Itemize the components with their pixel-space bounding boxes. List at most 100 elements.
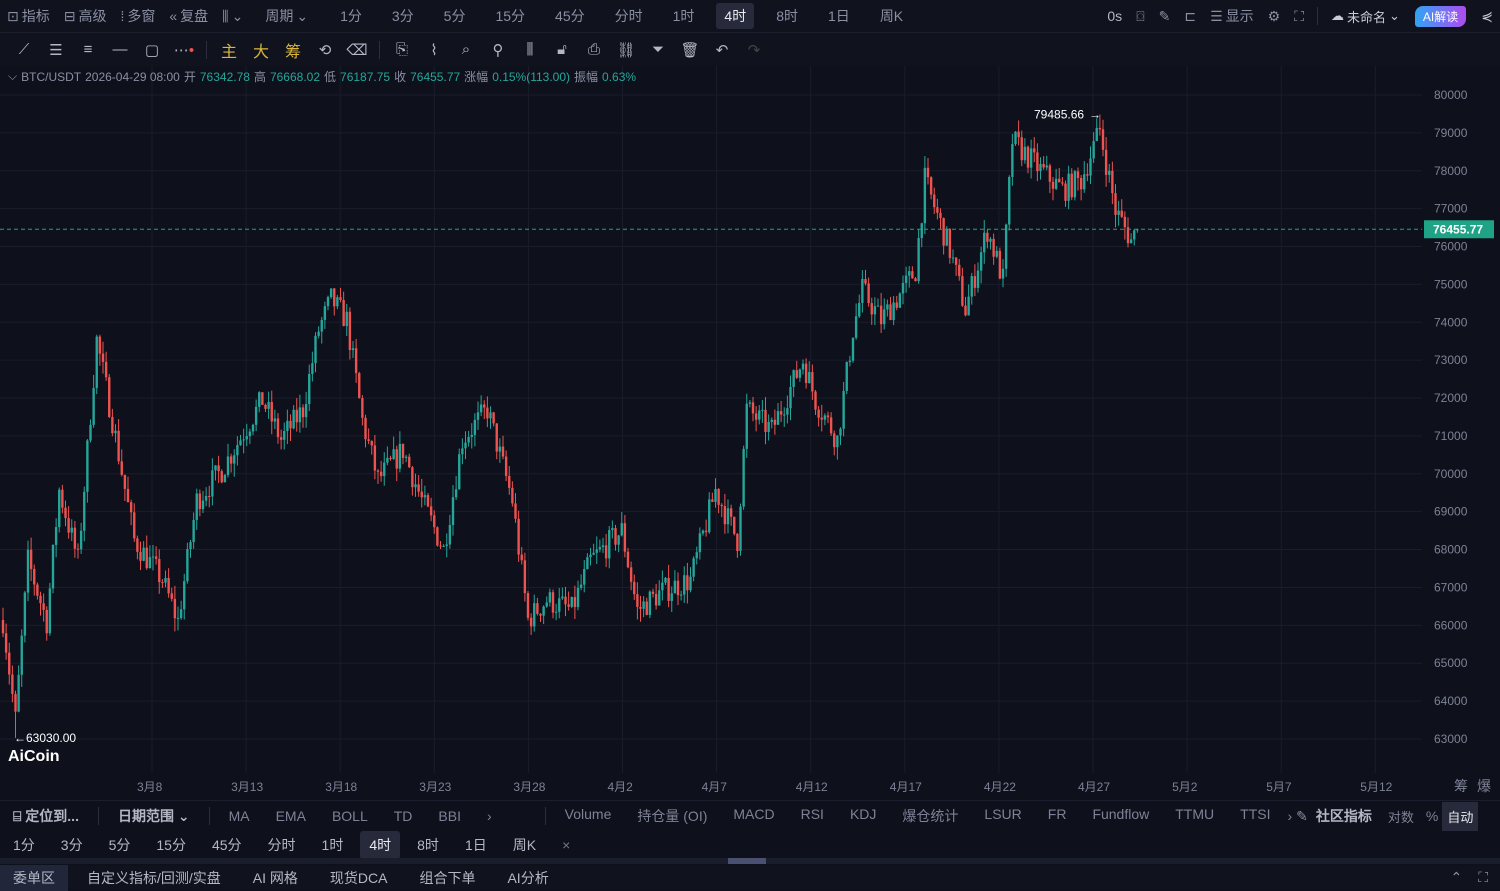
- chips-toggle[interactable]: 筹: [1454, 776, 1468, 796]
- main-indicator[interactable]: BBI: [425, 808, 474, 824]
- sub-indicator[interactable]: KDJ: [837, 806, 889, 826]
- share-icon[interactable]: ⋞: [1474, 8, 1500, 25]
- chevron-up-icon[interactable]: ⌃: [1450, 869, 1462, 886]
- zoom-icon[interactable]: ⌕: [450, 41, 482, 58]
- edit-icon[interactable]: ✎: [1296, 808, 1308, 825]
- sub-indicator[interactable]: Fundflow: [1079, 806, 1162, 826]
- bottom-tab[interactable]: 现货DCA: [317, 865, 401, 891]
- sub-indicator[interactable]: 持仓量 (OI): [624, 806, 720, 826]
- auto-scale-button[interactable]: 自动: [1442, 801, 1479, 831]
- more-main-indicators-icon[interactable]: ›: [474, 808, 505, 824]
- rectangle-icon[interactable]: ▢: [136, 41, 168, 59]
- period-tab[interactable]: 1时: [665, 3, 703, 29]
- period-button[interactable]: 15分: [147, 831, 195, 859]
- close-icon[interactable]: ×: [553, 833, 579, 857]
- sub-indicator[interactable]: LSUR: [971, 806, 1034, 826]
- sub-indicator[interactable]: RSI: [788, 806, 837, 826]
- horizontal-lines-icon[interactable]: ≡: [72, 41, 104, 58]
- bottom-tab[interactable]: AI 网格: [240, 865, 311, 891]
- sub-indicator[interactable]: TTMU: [1162, 806, 1227, 826]
- period-button[interactable]: 1日: [456, 831, 496, 859]
- period-button[interactable]: 4时: [360, 830, 401, 859]
- layout-dropdown[interactable]: ☁ 未命名 ⌄: [1324, 7, 1407, 26]
- bottom-tab[interactable]: AI分析: [494, 865, 561, 891]
- bookmark-icon[interactable]: ⎘: [386, 41, 418, 58]
- ruler-icon[interactable]: ⌇: [418, 41, 450, 59]
- liquidation-toggle[interactable]: 爆: [1477, 776, 1491, 796]
- sub-indicator[interactable]: FR: [1035, 806, 1080, 826]
- lock-icon[interactable]: 🔓︎: [546, 41, 578, 58]
- bottom-tab[interactable]: 委单区: [0, 864, 68, 891]
- trash-icon[interactable]: 🗑︎: [674, 41, 706, 59]
- period-button[interactable]: 1时: [313, 831, 353, 859]
- fullscreen-icon[interactable]: ⛶: [1287, 8, 1311, 25]
- period-button[interactable]: 5分: [100, 831, 140, 859]
- indicators-button[interactable]: ⊡ 指标: [0, 6, 57, 26]
- log-scale-button[interactable]: 对数: [1380, 807, 1422, 826]
- trendline-icon[interactable]: ⟋: [8, 41, 40, 58]
- scrollbar[interactable]: [0, 858, 1500, 864]
- display-button[interactable]: ☰ 显示: [1203, 6, 1261, 26]
- percent-scale-button[interactable]: %: [1422, 808, 1442, 824]
- main-indicator[interactable]: EMA: [263, 808, 319, 824]
- sub-indicator[interactable]: Volume: [552, 806, 625, 826]
- period-tab[interactable]: 4时: [716, 3, 755, 29]
- big-order-button[interactable]: 大: [245, 38, 277, 62]
- period-tab[interactable]: 3分: [384, 3, 422, 29]
- bottom-tab[interactable]: 组合下单: [406, 865, 488, 891]
- eraser-icon[interactable]: ⌫: [341, 41, 373, 59]
- main-indicator[interactable]: BOLL: [319, 808, 381, 824]
- pencil-icon[interactable]: ✎: [1152, 8, 1178, 25]
- sub-indicator[interactable]: TTSI: [1227, 806, 1283, 826]
- main-indicator[interactable]: TD: [381, 808, 426, 824]
- period-button[interactable]: 45分: [203, 831, 251, 859]
- add-window-icon[interactable]: ⊏: [1177, 8, 1203, 25]
- locate-button[interactable]: ⌸ 定位到...: [0, 806, 92, 826]
- chart-type-dropdown[interactable]: ⫼ ⌄: [215, 8, 250, 25]
- period-button[interactable]: 1分: [4, 831, 44, 859]
- period-button[interactable]: 8时: [408, 831, 448, 859]
- collapse-icon[interactable]: ⌵: [8, 69, 17, 84]
- date-range-dropdown[interactable]: 日期范围 ⌄: [105, 806, 203, 826]
- period-tab[interactable]: 分时: [607, 3, 651, 29]
- edit-note-icon[interactable]: ⎙: [578, 41, 610, 58]
- maximize-icon[interactable]: ⛶: [1478, 869, 1488, 886]
- candlestick-chart[interactable]: 80000 79000 78000 77000 76000 75000 74000 73000…: [0, 66, 1500, 773]
- period-tab[interactable]: 1分: [332, 3, 370, 29]
- magnet-icon[interactable]: ⚲: [482, 41, 514, 59]
- multi-window-button[interactable]: ⁞ 多窗: [113, 6, 162, 26]
- bottom-tab[interactable]: 自定义指标/回测/实盘: [74, 865, 234, 891]
- more-sub-indicators-icon[interactable]: ›: [1283, 808, 1296, 824]
- scroll-thumb[interactable]: [728, 858, 766, 864]
- filter-icon[interactable]: ⏷: [642, 41, 674, 58]
- sub-indicator[interactable]: MACD: [720, 806, 787, 826]
- period-tab[interactable]: 8时: [768, 3, 806, 29]
- parallel-lines-icon[interactable]: ☰: [40, 41, 72, 59]
- advanced-button[interactable]: ⊟ 高级: [57, 6, 114, 26]
- horizontal-line-icon[interactable]: —: [104, 41, 136, 58]
- period-tab[interactable]: 15分: [487, 3, 533, 29]
- period-tab[interactable]: 1日: [820, 3, 858, 29]
- period-tab[interactable]: 5分: [436, 3, 474, 29]
- candles-icon[interactable]: ⫼: [514, 41, 546, 58]
- link-icon[interactable]: ⛓︎: [610, 41, 642, 59]
- chips-button[interactable]: 筹: [277, 38, 309, 62]
- period-button[interactable]: 分时: [259, 831, 305, 859]
- settings-icon[interactable]: ⚙: [1261, 8, 1288, 25]
- main-force-button[interactable]: 主: [213, 38, 245, 62]
- period-tab[interactable]: 周K: [872, 3, 911, 29]
- period-tab[interactable]: 45分: [547, 3, 593, 29]
- community-indicators-button[interactable]: 社区指标: [1308, 806, 1380, 826]
- period-button[interactable]: 3分: [52, 831, 92, 859]
- sync-icon[interactable]: ⟲: [309, 41, 341, 59]
- undo-icon[interactable]: ↶: [706, 41, 738, 59]
- camera-icon[interactable]: ⌼: [1129, 8, 1151, 25]
- period-button[interactable]: 周K: [504, 831, 545, 859]
- redo-icon[interactable]: ↷: [738, 41, 770, 59]
- replay-button[interactable]: «复盘: [162, 6, 215, 26]
- ai-interpret-button[interactable]: AI解读: [1414, 5, 1467, 27]
- period-dropdown[interactable]: 周期 ⌄: [258, 6, 315, 26]
- more-icon[interactable]: ⋯•: [168, 41, 200, 59]
- sub-indicator[interactable]: 爆仓统计: [889, 806, 971, 826]
- main-indicator[interactable]: MA: [216, 808, 263, 824]
